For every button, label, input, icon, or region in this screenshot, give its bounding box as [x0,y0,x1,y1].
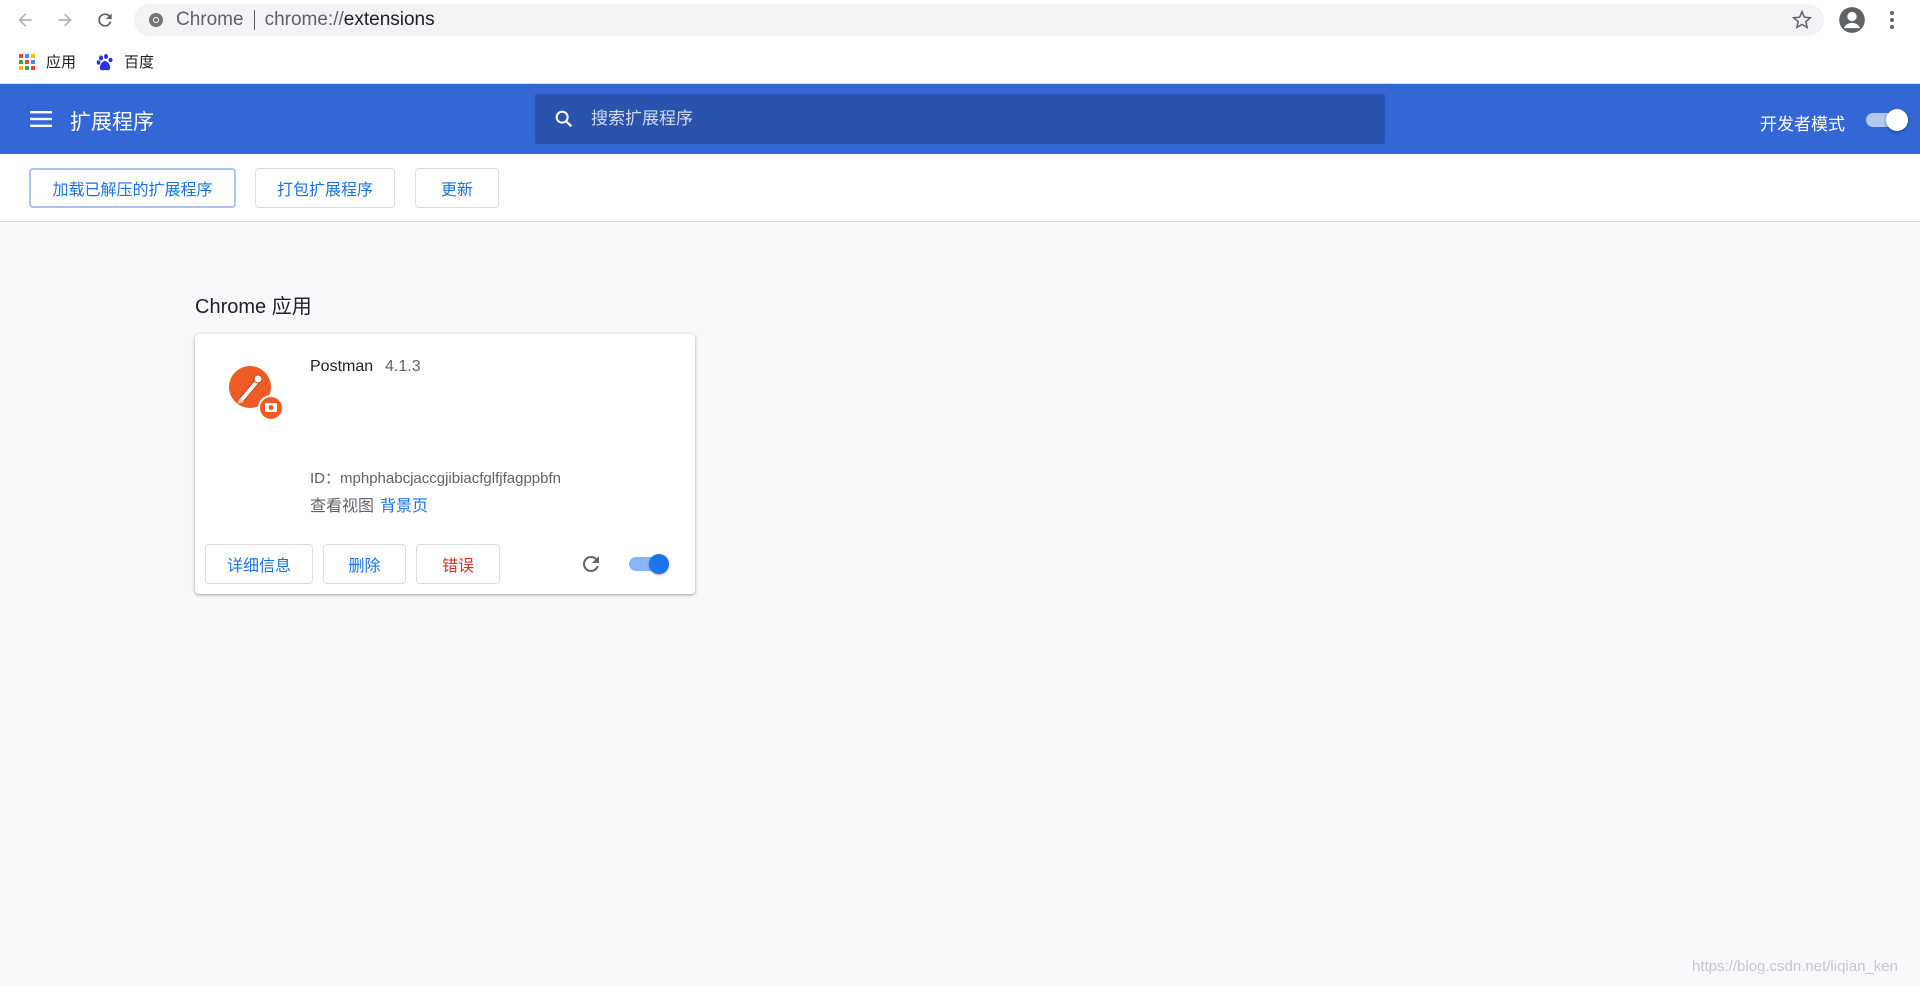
bookmark-baidu[interactable]: 百度 [96,51,154,72]
extensions-toolbar: 加载已解压的扩展程序 打包扩展程序 更新 [0,154,1920,222]
back-button[interactable] [10,5,40,35]
inspect-views-label: 查看视图 [310,498,375,515]
url-prefix: chrome:// [264,9,344,30]
search-input[interactable] [591,109,1371,129]
background-page-link[interactable]: 背景页 [380,498,428,515]
browser-toolbar: Chrome chrome://extensions [0,0,1920,40]
pack-extension-button[interactable]: 打包扩展程序 [255,168,395,208]
extension-name: Postman [310,358,374,375]
more-vert-icon[interactable] [1880,8,1904,32]
baidu-paw-icon [96,53,113,70]
dev-mode-toggle[interactable] [1866,109,1908,131]
extension-id-label: ID： [310,470,341,487]
reload-icon [98,13,112,27]
reload-button[interactable] [90,5,120,35]
url-text: chrome://extensions [265,9,435,31]
details-button[interactable]: 详细信息 [205,544,313,584]
profile-avatar-icon[interactable] [1838,6,1866,34]
arrow-left-icon [18,13,32,27]
reload-extension-icon[interactable] [579,552,603,576]
scheme-label: Chrome [176,9,244,30]
section-title: Chrome 应用 [195,296,312,318]
inspect-views-row: 查看视图 背景页 [310,492,428,516]
forward-button[interactable] [50,5,80,35]
bookmark-label: 百度 [124,54,155,71]
search-icon [555,110,573,128]
bookmark-label: 应用 [46,54,77,71]
update-button[interactable]: 更新 [415,168,499,208]
arrow-right-icon [58,13,72,27]
bookmark-apps[interactable]: 应用 [18,51,76,72]
apps-grid-icon [19,53,35,70]
bookmark-star-icon[interactable] [1792,10,1812,30]
postman-logo-icon [229,366,284,421]
hamburger-menu-icon[interactable] [28,107,54,131]
load-unpacked-button[interactable]: 加载已解压的扩展程序 [29,168,236,208]
dev-mode-label: 开发者模式 [1760,115,1845,134]
remove-button[interactable]: 删除 [323,544,406,584]
extensions-header: 扩展程序 开发者模式 [0,84,1920,154]
toggle-knob [649,554,669,574]
search-box[interactable] [535,94,1385,144]
extension-enable-toggle[interactable] [629,554,671,574]
extension-version: 4.1.3 [385,358,421,375]
toggle-knob [1886,109,1908,131]
errors-button[interactable]: 错误 [416,544,500,584]
extension-card: Postman 4.1.3 ID：mphphabcjaccgjibiacfglf… [195,334,695,594]
extension-id-row: ID：mphphabcjaccgjibiacfglfjfagppbfn [310,467,561,488]
address-bar[interactable]: Chrome chrome://extensions [134,4,1824,36]
bookmarks-bar: 应用 百度 [0,40,1920,84]
page-title: 扩展程序 [70,111,154,134]
watermark-text: https://blog.csdn.net/liqian_ken [1692,958,1898,975]
url-path: extensions [343,9,435,30]
chrome-logo-icon [149,13,163,27]
extension-id-value: mphphabcjaccgjibiacfglfjfagppbfn [340,470,561,487]
address-separator [253,10,255,30]
